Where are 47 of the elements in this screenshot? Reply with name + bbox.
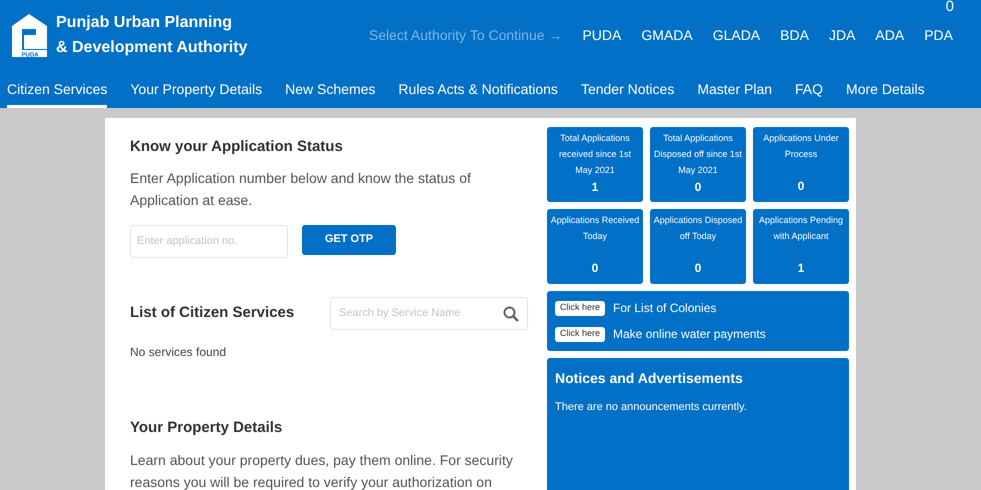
section-heading: Your Property Details [130,418,284,438]
service-search-field[interactable]: Search by Service Name [330,296,528,330]
section-heading: List of Citizen Services [130,302,296,323]
authority-link[interactable]: BDA [780,24,809,46]
section-heading: Know your Application Status [130,137,344,157]
search-icon [503,306,519,322]
stat-value: 0 [592,260,598,277]
authority-link[interactable]: GLADA [712,24,760,46]
notices-heading: Notices and Advertisements [555,369,744,388]
nav-tab[interactable]: Your Property Details [130,70,262,108]
authority-link[interactable]: GMADA [641,24,693,46]
click-here-button[interactable]: Click here [555,300,606,316]
stat-label: Applications Under Process [762,132,840,161]
stat-value: 0 [694,260,702,277]
quick-link-text: Make online water payments [613,326,766,343]
nav-tab[interactable]: More Details [846,70,925,108]
stat-label: Applications Pending with Applicant [758,214,844,243]
stat-value: 0 [694,179,702,196]
description-text: Enter Application number below and know the status of Application at ease. [130,168,472,210]
nav-tab[interactable]: New Schemes [285,70,376,108]
authority-link[interactable]: JDA [828,24,856,46]
click-here-button[interactable]: Click here [555,326,606,342]
authority-link[interactable]: PDA [924,24,953,46]
nav-tab[interactable]: Rules Acts & Notifications [398,70,558,108]
authority-link[interactable]: PUDA [582,24,622,46]
stat-value: 1 [592,179,598,196]
nav-tab[interactable]: Citizen Services [7,70,108,108]
empty-message: No services found [130,344,228,360]
quick-link-text: For List of Colonies [613,300,716,317]
authority-prompt: Select Authority To Continue → [368,26,562,45]
nav-tab[interactable]: Tender Notices [580,70,674,108]
stat-label: Applications Disposed off Today [653,214,743,243]
stat-value: 0 [798,178,804,195]
description-text: Learn about your property dues, pay them online. For security reasons you will be required to verify your authorization on [130,451,514,490]
authority-link[interactable]: ADA [875,24,904,46]
stat-label: Total Applications Disposed off since 1st May 2021 [653,132,743,177]
stat-label: Applications Received Today [550,214,640,243]
notices-message: There are no announcements currently. [555,400,748,415]
nav-tab[interactable]: FAQ [795,70,824,108]
stat-value: 1 [798,260,804,277]
site-title-line: & Development Authority [56,38,248,58]
stat-label: Total Applications received since 1st May 2021 [558,132,632,177]
notification-count: 0 [946,0,954,17]
get-otp-button[interactable]: GET OTP [302,224,396,254]
application-number-field[interactable]: Enter application no. [130,224,288,258]
nav-tab[interactable]: Master Plan [697,70,772,108]
site-title-line: Punjab Urban Planning [56,13,234,33]
